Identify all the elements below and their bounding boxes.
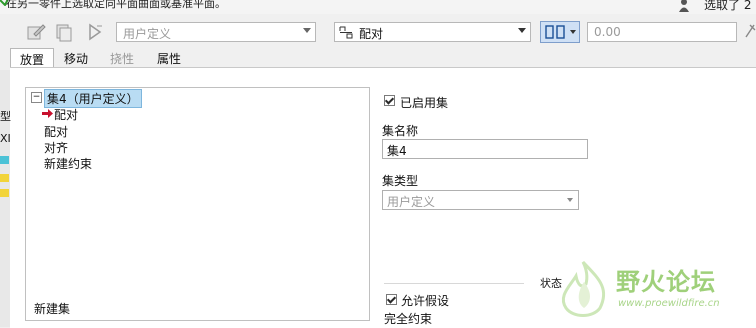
- offset-type-button[interactable]: [540, 21, 580, 43]
- flip-icon[interactable]: [83, 20, 107, 44]
- enable-set-checkbox[interactable]: [384, 95, 395, 106]
- list-item[interactable]: 对齐: [44, 139, 68, 156]
- list-item[interactable]: 新建约束: [44, 155, 92, 172]
- tree-color-chip: [0, 189, 9, 197]
- tab-flexibility[interactable]: 挠性: [102, 48, 142, 68]
- new-set-link[interactable]: 新建集: [34, 300, 70, 317]
- tab-placement[interactable]: 放置: [10, 48, 54, 69]
- watermark-url: www.proewildfire.cn: [618, 298, 720, 309]
- flame-logo-icon: [561, 260, 606, 317]
- active-arrow-icon: [42, 109, 53, 118]
- tree-color-chip: [0, 156, 9, 164]
- tab-properties[interactable]: 属性: [148, 48, 190, 68]
- collapse-toggle[interactable]: −: [31, 92, 42, 103]
- set-type-label: 集类型: [382, 174, 419, 188]
- pin-icon[interactable]: [744, 23, 756, 39]
- set-type-value: 用户定义: [387, 195, 436, 209]
- constraint-type-dropdown[interactable]: 用户定义: [116, 22, 316, 42]
- prompt-message: 在另一零件上选取定向平面曲面或基准平面。: [6, 0, 226, 10]
- tab-label: 属性: [156, 51, 181, 66]
- watermark-title: 野火论坛: [616, 268, 716, 296]
- set-label: 集4（用户定义）: [47, 92, 139, 106]
- copy-icon[interactable]: [52, 20, 76, 44]
- set-name-label: 集名称: [382, 124, 419, 138]
- allow-assumptions-checkbox[interactable]: [386, 294, 397, 305]
- constraint-dropdown[interactable]: 配对: [334, 22, 531, 42]
- offset-value: 0.00: [594, 25, 621, 39]
- left-edge-fragment: 型: [0, 110, 11, 123]
- tab-label: 移动: [63, 51, 88, 66]
- watermark: 野火论坛 www.proewildfire.cn: [561, 260, 756, 322]
- chevron-down-icon: [567, 198, 573, 202]
- status-value: 完全约束: [384, 312, 433, 326]
- edit-icon[interactable]: [24, 20, 48, 44]
- chevron-down-icon: [570, 30, 576, 34]
- set-name-input[interactable]: 集4: [382, 139, 588, 159]
- selection-count: 选取了 2: [704, 0, 752, 12]
- offset-field[interactable]: 0.00: [587, 22, 737, 42]
- allow-assumptions-label: 允许假设: [401, 294, 450, 308]
- list-item[interactable]: 配对: [44, 123, 68, 140]
- enable-set-label: 已启用集: [400, 96, 449, 110]
- mate-icon: [339, 26, 353, 39]
- constraint-type-value: 用户定义: [123, 27, 172, 41]
- constraint-value: 配对: [359, 27, 384, 41]
- set-name-value: 集4: [387, 144, 407, 158]
- chevron-down-icon: [518, 28, 526, 33]
- status-divider: [384, 283, 524, 284]
- constraint-list[interactable]: − 集4（用户定义） 配对 配对 对齐 新建约束: [25, 87, 370, 321]
- tree-color-chip: [0, 174, 9, 182]
- tab-label: 放置: [19, 52, 44, 67]
- coincident-icon: [545, 25, 565, 39]
- user-icon: [679, 0, 689, 12]
- chevron-down-icon: [303, 28, 311, 33]
- list-item[interactable]: 配对: [54, 106, 78, 123]
- left-edge-fragment: XI: [0, 132, 11, 145]
- tab-label: 挠性: [109, 51, 134, 66]
- set-type-dropdown[interactable]: 用户定义: [382, 190, 579, 210]
- tab-move[interactable]: 移动: [56, 48, 96, 68]
